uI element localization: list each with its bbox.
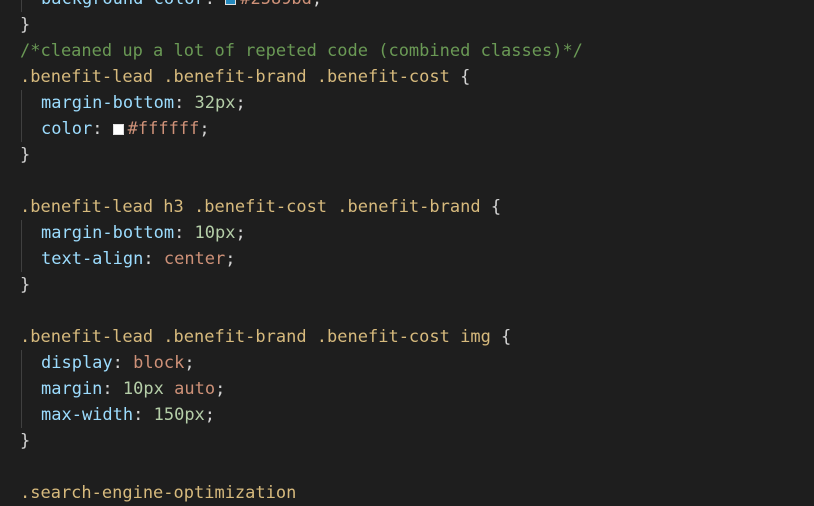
indent-guide bbox=[21, 402, 22, 428]
css-property: text-align bbox=[41, 249, 144, 269]
code-line[interactable]: } bbox=[0, 142, 814, 168]
code-line[interactable]: background-color: #2589bd; bbox=[0, 0, 814, 12]
closing-brace: } bbox=[20, 431, 31, 451]
css-property: margin-bottom bbox=[41, 223, 175, 243]
indent-guide bbox=[21, 0, 22, 12]
code-line[interactable]: /*cleaned up a lot of repeted code (comb… bbox=[0, 38, 814, 64]
semicolon: ; bbox=[199, 119, 210, 139]
color-swatch[interactable] bbox=[225, 0, 237, 5]
semicolon: ; bbox=[225, 249, 236, 269]
indent-guide bbox=[21, 246, 22, 272]
colon: : bbox=[174, 93, 195, 113]
indent-guide bbox=[21, 220, 22, 246]
code-line[interactable]: max-width: 150px; bbox=[0, 402, 814, 428]
css-selector: .search-engine-optimization bbox=[20, 483, 297, 503]
css-property: margin bbox=[41, 379, 103, 399]
css-value: center bbox=[163, 249, 226, 269]
code-editor[interactable]: background-color: #2589bd;} /*cleaned up … bbox=[0, 0, 814, 506]
closing-brace: } bbox=[20, 275, 31, 295]
code-line[interactable]: margin: 10px auto; bbox=[0, 376, 814, 402]
css-property: color bbox=[41, 119, 93, 139]
css-value: 10px bbox=[194, 223, 236, 243]
code-line[interactable]: .search-engine-optimization bbox=[0, 480, 814, 506]
colon: : bbox=[205, 0, 225, 9]
colon: : bbox=[92, 119, 113, 139]
code-line[interactable]: .benefit-lead .benefit-brand .benefit-co… bbox=[0, 64, 814, 90]
opening-brace: { bbox=[490, 327, 512, 347]
code-line[interactable]: text-align: center; bbox=[0, 246, 814, 272]
code-line[interactable]: } bbox=[0, 12, 814, 38]
indent-guide bbox=[21, 376, 22, 402]
css-value: auto bbox=[174, 379, 216, 399]
semicolon: ; bbox=[204, 405, 216, 425]
colon: : bbox=[112, 353, 134, 373]
code-line[interactable]: .benefit-lead h3 .benefit-cost .benefit-… bbox=[0, 194, 814, 220]
opening-brace: { bbox=[449, 67, 471, 87]
css-value: 32px bbox=[194, 93, 236, 113]
css-value: 150px bbox=[153, 405, 205, 425]
colon: : bbox=[143, 249, 164, 269]
colon: : bbox=[133, 405, 154, 425]
css-value: #ffffff bbox=[127, 119, 200, 139]
code-line[interactable]: color: #ffffff; bbox=[0, 116, 814, 142]
css-value: #2589bd bbox=[240, 0, 312, 9]
opening-brace: { bbox=[480, 197, 502, 217]
code-line[interactable]: display: block; bbox=[0, 350, 814, 376]
code-line[interactable] bbox=[0, 454, 814, 480]
css-selector: .benefit-lead .benefit-brand .benefit-co… bbox=[20, 67, 450, 87]
closing-brace: } bbox=[20, 15, 31, 35]
indent-guide bbox=[21, 90, 22, 116]
indent-guide bbox=[21, 116, 22, 142]
code-comment: /*cleaned up a lot of repeted code (comb… bbox=[20, 41, 583, 61]
colon: : bbox=[174, 223, 195, 243]
code-line[interactable]: .benefit-lead .benefit-brand .benefit-co… bbox=[0, 324, 814, 350]
css-value: 10px bbox=[122, 379, 164, 399]
css-selector: .benefit-lead h3 .benefit-cost .benefit-… bbox=[20, 197, 481, 217]
semicolon: ; bbox=[235, 93, 246, 113]
code-line[interactable] bbox=[0, 168, 814, 194]
css-property: margin-bottom bbox=[41, 93, 175, 113]
semicolon: ; bbox=[235, 223, 246, 243]
code-line[interactable]: } bbox=[0, 272, 814, 298]
color-swatch[interactable] bbox=[112, 124, 124, 135]
css-value: block bbox=[133, 353, 185, 373]
code-line[interactable] bbox=[0, 298, 814, 324]
semicolon: ; bbox=[312, 0, 322, 9]
semicolon: ; bbox=[184, 353, 195, 373]
css-property: background-color bbox=[41, 0, 205, 9]
closing-brace: } bbox=[20, 145, 31, 165]
code-line[interactable]: margin-bottom: 10px; bbox=[0, 220, 814, 246]
css-selector: .benefit-lead .benefit-brand .benefit-co… bbox=[20, 327, 491, 347]
indent-guide bbox=[21, 350, 22, 376]
colon: : bbox=[102, 379, 123, 399]
code-line[interactable]: } bbox=[0, 428, 814, 454]
code-line[interactable]: margin-bottom: 32px; bbox=[0, 90, 814, 116]
css-property: max-width bbox=[41, 405, 134, 425]
semicolon: ; bbox=[215, 379, 226, 399]
css-property: display bbox=[41, 353, 113, 373]
